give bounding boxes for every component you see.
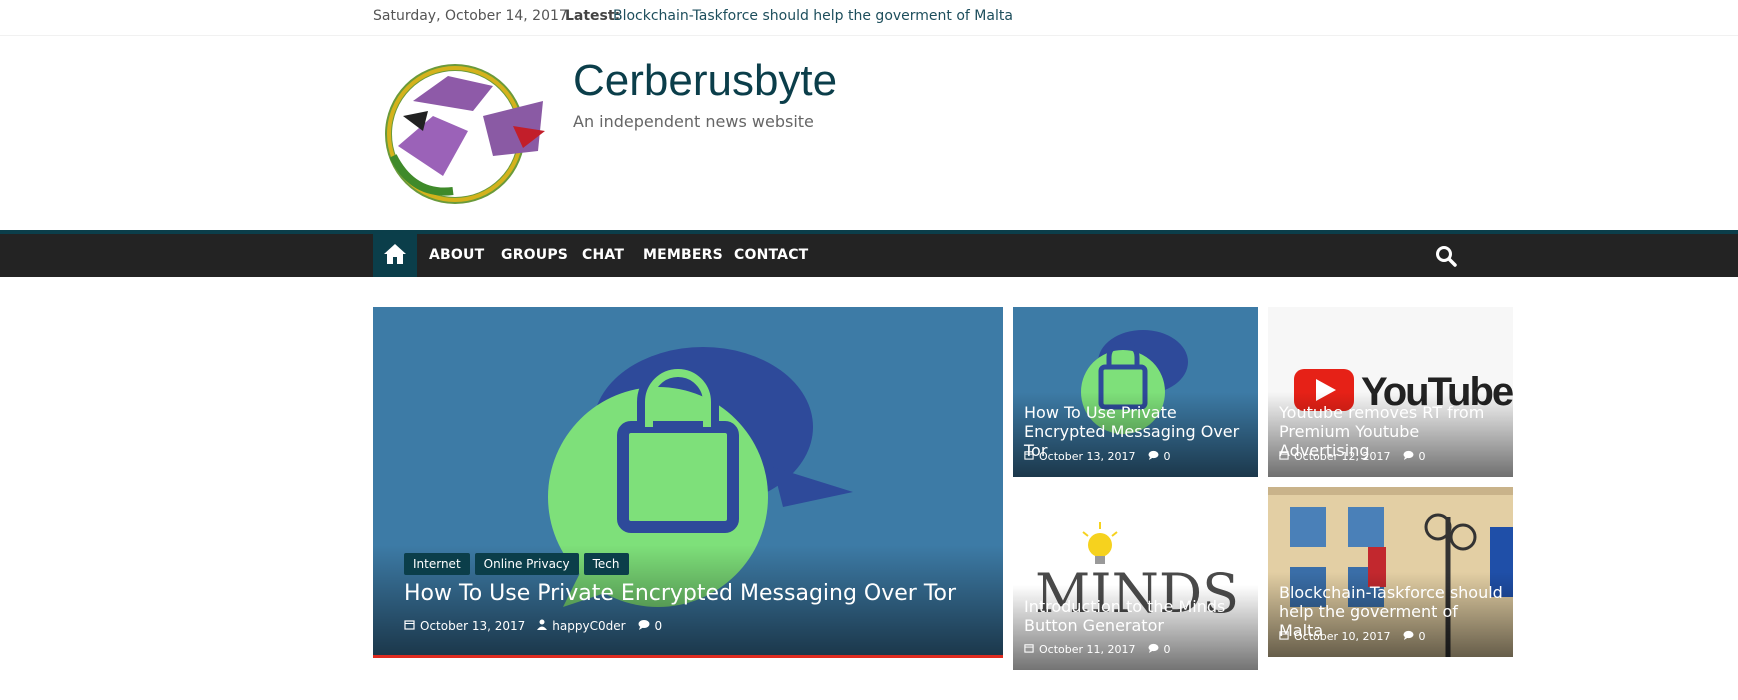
category-tag[interactable]: Tech bbox=[583, 553, 629, 575]
comment-icon bbox=[1148, 450, 1159, 463]
featured-meta: October 13, 2017 happyC0der 0 bbox=[404, 619, 662, 633]
post-card[interactable]: MINDS Introduction to the Minds Button G… bbox=[1013, 487, 1258, 670]
calendar-icon bbox=[1279, 630, 1289, 643]
home-button[interactable] bbox=[373, 234, 417, 277]
post-meta: October 10, 2017 0 bbox=[1279, 630, 1426, 643]
site-logo[interactable] bbox=[373, 56, 553, 206]
post-title[interactable]: Introduction to the Minds Button Generat… bbox=[1024, 597, 1252, 635]
post-card[interactable]: Blockchain-Taskforce should help the gov… bbox=[1268, 487, 1513, 657]
current-date: Saturday, October 14, 2017 bbox=[373, 8, 568, 24]
post-meta: October 13, 2017 0 bbox=[1024, 450, 1171, 463]
post-date[interactable]: October 10, 2017 bbox=[1294, 630, 1391, 643]
featured-date[interactable]: October 13, 2017 bbox=[420, 619, 525, 633]
post-card[interactable]: How To Use Private Encrypted Messaging O… bbox=[1013, 307, 1258, 477]
featured-author[interactable]: happyC0der bbox=[552, 619, 625, 633]
home-icon bbox=[383, 243, 407, 269]
featured-title[interactable]: How To Use Private Encrypted Messaging O… bbox=[404, 583, 956, 605]
latest-label: Latest: bbox=[565, 8, 621, 24]
post-date[interactable]: October 11, 2017 bbox=[1039, 643, 1136, 656]
main-nav: ABOUT GROUPS CHAT MEMBERS CONTACT bbox=[0, 230, 1738, 277]
user-icon bbox=[537, 619, 548, 633]
calendar-icon bbox=[1024, 643, 1034, 656]
nav-item-members[interactable]: MEMBERS bbox=[643, 247, 723, 263]
nav-item-groups[interactable]: GROUPS bbox=[501, 247, 568, 263]
featured-post[interactable]: Internet Online Privacy Tech How To Use … bbox=[373, 307, 1003, 658]
latest-news-link[interactable]: Blockchain-Taskforce should help the gov… bbox=[613, 8, 1013, 24]
site-description: An independent news website bbox=[573, 112, 814, 131]
category-tag[interactable]: Internet bbox=[404, 553, 470, 575]
nav-item-about[interactable]: ABOUT bbox=[429, 247, 484, 263]
comment-icon bbox=[1403, 450, 1414, 463]
nav-item-chat[interactable]: CHAT bbox=[582, 247, 624, 263]
site-header: Cerberusbyte An independent news website bbox=[0, 36, 1738, 230]
comment-icon bbox=[1148, 643, 1159, 656]
post-comment-count[interactable]: 0 bbox=[1419, 630, 1426, 643]
category-tag[interactable]: Online Privacy bbox=[474, 553, 579, 575]
post-comment-count[interactable]: 0 bbox=[1164, 643, 1171, 656]
comment-icon bbox=[1403, 630, 1414, 643]
post-meta: October 11, 2017 0 bbox=[1024, 643, 1171, 656]
nav-item-contact[interactable]: CONTACT bbox=[734, 247, 808, 263]
site-title[interactable]: Cerberusbyte bbox=[573, 56, 837, 106]
calendar-icon bbox=[1024, 450, 1034, 463]
calendar-icon bbox=[404, 619, 415, 633]
post-card[interactable]: YouTube Youtube removes RT from Premium … bbox=[1268, 307, 1513, 477]
calendar-icon bbox=[1279, 450, 1289, 463]
featured-categories: Internet Online Privacy Tech bbox=[404, 553, 629, 575]
featured-comment-count[interactable]: 0 bbox=[655, 619, 663, 633]
comment-icon bbox=[638, 619, 650, 633]
post-comment-count[interactable]: 0 bbox=[1419, 450, 1426, 463]
top-bar: Saturday, October 14, 2017 Latest: Block… bbox=[0, 0, 1738, 36]
post-date[interactable]: October 12, 2017 bbox=[1294, 450, 1391, 463]
search-icon[interactable] bbox=[1435, 245, 1457, 267]
post-comment-count[interactable]: 0 bbox=[1164, 450, 1171, 463]
post-meta: October 12, 2017 0 bbox=[1279, 450, 1426, 463]
post-date[interactable]: October 13, 2017 bbox=[1039, 450, 1136, 463]
